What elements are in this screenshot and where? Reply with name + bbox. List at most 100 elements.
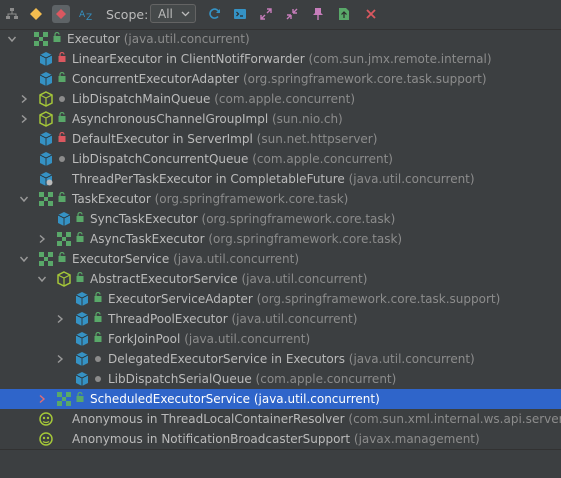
class-name: SyncTaskExecutor xyxy=(90,212,198,226)
scope-dropdown[interactable]: All xyxy=(150,4,196,23)
class-name: LibDispatchMainQueue xyxy=(72,92,211,106)
class-icon xyxy=(38,151,54,167)
class-name: ConcurrentExecutorAdapter xyxy=(72,72,240,86)
class-name: ThreadPoolExecutor xyxy=(108,312,228,326)
close-icon[interactable] xyxy=(362,5,380,23)
lock-public-icon xyxy=(58,252,66,262)
subtypes-hierarchy-icon[interactable] xyxy=(52,5,70,23)
hierarchy-toolbar: AZ Scope: All xyxy=(0,0,561,30)
class-icon xyxy=(38,51,54,67)
class-name: Anonymous in NotificationBroadcasterSupp… xyxy=(72,432,351,446)
class-name: DelegatedExecutorService in Executors xyxy=(108,352,345,366)
tree-row-async-channel-group-impl[interactable]: AsynchronousChannelGroupImpl (sun.nio.ch… xyxy=(0,109,561,129)
class-icon xyxy=(74,331,90,347)
package-private-dot-icon xyxy=(59,96,65,102)
lock-public-icon xyxy=(76,392,84,402)
package-name: (java.util.concurrent) xyxy=(231,312,358,326)
chevron-right-icon[interactable] xyxy=(36,393,48,405)
lock-public-icon xyxy=(76,272,84,282)
svg-text:Z: Z xyxy=(86,13,92,21)
tree-row-anonymous-notification-broadcaster-support[interactable]: Anonymous in NotificationBroadcasterSupp… xyxy=(0,429,561,449)
terminal-icon[interactable] xyxy=(231,5,249,23)
class-icon xyxy=(74,351,90,367)
interface-icon xyxy=(33,31,49,47)
chevron-down-icon[interactable] xyxy=(6,33,18,45)
hierarchy-tree-icon[interactable] xyxy=(3,5,21,23)
status-bar xyxy=(0,449,561,478)
chevron-down-icon[interactable] xyxy=(18,253,30,265)
class-icon xyxy=(74,311,90,327)
package-name: (java.util.concurrent) xyxy=(241,272,368,286)
lock-private-icon xyxy=(58,52,66,62)
tree-row-lib-dispatch-concurrent-queue[interactable]: LibDispatchConcurrentQueue (com.apple.co… xyxy=(0,149,561,169)
package-name: (sun.nio.ch) xyxy=(272,112,343,126)
tree-row-delegated-executor-service[interactable]: DelegatedExecutorService in Executors (j… xyxy=(0,349,561,369)
chevron-down-icon xyxy=(181,11,190,17)
expand-all-icon[interactable] xyxy=(257,5,275,23)
anonymous-class-icon xyxy=(38,431,54,447)
lock-public-icon xyxy=(58,112,66,122)
type-hierarchy-icon[interactable] xyxy=(27,5,45,23)
tree-row-abstract-executor-service[interactable]: AbstractExecutorService (java.util.concu… xyxy=(0,269,561,289)
package-name: (org.springframework.core.task.support) xyxy=(242,72,487,86)
tree-row-task-executor[interactable]: TaskExecutor (org.springframework.core.t… xyxy=(0,189,561,209)
scope-label: Scope: xyxy=(106,7,149,22)
tree-row-lib-dispatch-main-queue[interactable]: LibDispatchMainQueue (com.apple.concurre… xyxy=(0,89,561,109)
hierarchy-tree: Executor (java.util.concurrent) LinearEx… xyxy=(0,29,561,449)
tree-row-thread-pool-executor[interactable]: ThreadPoolExecutor (java.util.concurrent… xyxy=(0,309,561,329)
lock-public-icon xyxy=(58,192,66,202)
tree-row-thread-per-task-executor[interactable]: ThreadPerTaskExecutor in CompletableFutu… xyxy=(0,169,561,189)
collapse-all-icon[interactable] xyxy=(283,5,301,23)
svg-text:A: A xyxy=(79,10,86,20)
chevron-right-icon[interactable] xyxy=(54,313,66,325)
chevron-right-icon[interactable] xyxy=(18,93,30,105)
runnable-class-icon xyxy=(38,171,54,187)
class-name: Anonymous in ThreadLocalContainerResolve… xyxy=(72,412,345,426)
package-name: (com.sun.jmx.remote.internal) xyxy=(308,52,492,66)
package-name: (com.apple.concurrent) xyxy=(214,92,356,106)
package-name: (org.springframework.core.task) xyxy=(154,192,349,206)
tree-row-executor-service[interactable]: ExecutorService (java.util.concurrent) xyxy=(0,249,561,269)
tree-row-sync-task-executor[interactable]: SyncTaskExecutor (org.springframework.co… xyxy=(0,209,561,229)
class-name: AbstractExecutorService xyxy=(90,272,238,286)
chevron-down-icon[interactable] xyxy=(36,273,48,285)
tree-row-linear-executor[interactable]: LinearExecutor in ClientNotifForwarder (… xyxy=(0,49,561,69)
sort-alphabetically-icon[interactable]: AZ xyxy=(78,5,96,23)
package-private-dot-icon xyxy=(95,356,101,362)
chevron-right-icon[interactable] xyxy=(18,113,30,125)
chevron-right-icon[interactable] xyxy=(36,233,48,245)
abstract-class-icon xyxy=(56,271,72,287)
package-private-dot-icon xyxy=(59,156,65,162)
package-name: (javax.management) xyxy=(353,432,480,446)
class-name: TaskExecutor xyxy=(72,192,151,206)
package-name: (java.util.concurrent) xyxy=(123,32,250,46)
lock-public-icon xyxy=(94,312,102,322)
tree-row-executor-service-adapter[interactable]: ExecutorServiceAdapter (org.springframew… xyxy=(0,289,561,309)
export-icon[interactable] xyxy=(335,5,353,23)
lock-public-icon xyxy=(76,212,84,222)
tree-row-lib-dispatch-serial-queue[interactable]: LibDispatchSerialQueue (com.apple.concur… xyxy=(0,369,561,389)
tree-row-async-task-executor[interactable]: AsyncTaskExecutor (org.springframework.c… xyxy=(0,229,561,249)
class-name: AsynchronousChannelGroupImpl xyxy=(72,112,269,126)
tree-row-anonymous-thread-local-container-resolver[interactable]: Anonymous in ThreadLocalContainerResolve… xyxy=(0,409,561,429)
tree-row-default-executor[interactable]: DefaultExecutor in ServerImpl (sun.net.h… xyxy=(0,129,561,149)
package-private-dot-icon xyxy=(95,376,101,382)
interface-icon xyxy=(56,231,72,247)
refresh-icon[interactable] xyxy=(206,5,224,23)
class-icon xyxy=(38,71,54,87)
chevron-down-icon[interactable] xyxy=(18,193,30,205)
chevron-right-icon[interactable] xyxy=(54,353,66,365)
package-name: (sun.net.httpserver) xyxy=(256,132,378,146)
tree-row-concurrent-executor-adapter[interactable]: ConcurrentExecutorAdapter (org.springfra… xyxy=(0,69,561,89)
tree-row-scheduled-executor-service[interactable]: ScheduledExecutorService (java.util.conc… xyxy=(0,389,561,409)
interface-icon xyxy=(38,251,54,267)
class-name: ThreadPerTaskExecutor in CompletableFutu… xyxy=(72,172,345,186)
lock-public-icon xyxy=(58,72,66,82)
pin-icon[interactable] xyxy=(309,5,327,23)
package-name: (org.springframework.core.task.support) xyxy=(256,292,501,306)
interface-icon xyxy=(56,391,72,407)
tree-row-fork-join-pool[interactable]: ForkJoinPool (java.util.concurrent) xyxy=(0,329,561,349)
package-name: (java.util.concurrent) xyxy=(348,352,475,366)
tree-row-executor[interactable]: Executor (java.util.concurrent) xyxy=(0,29,561,49)
class-icon xyxy=(74,291,90,307)
